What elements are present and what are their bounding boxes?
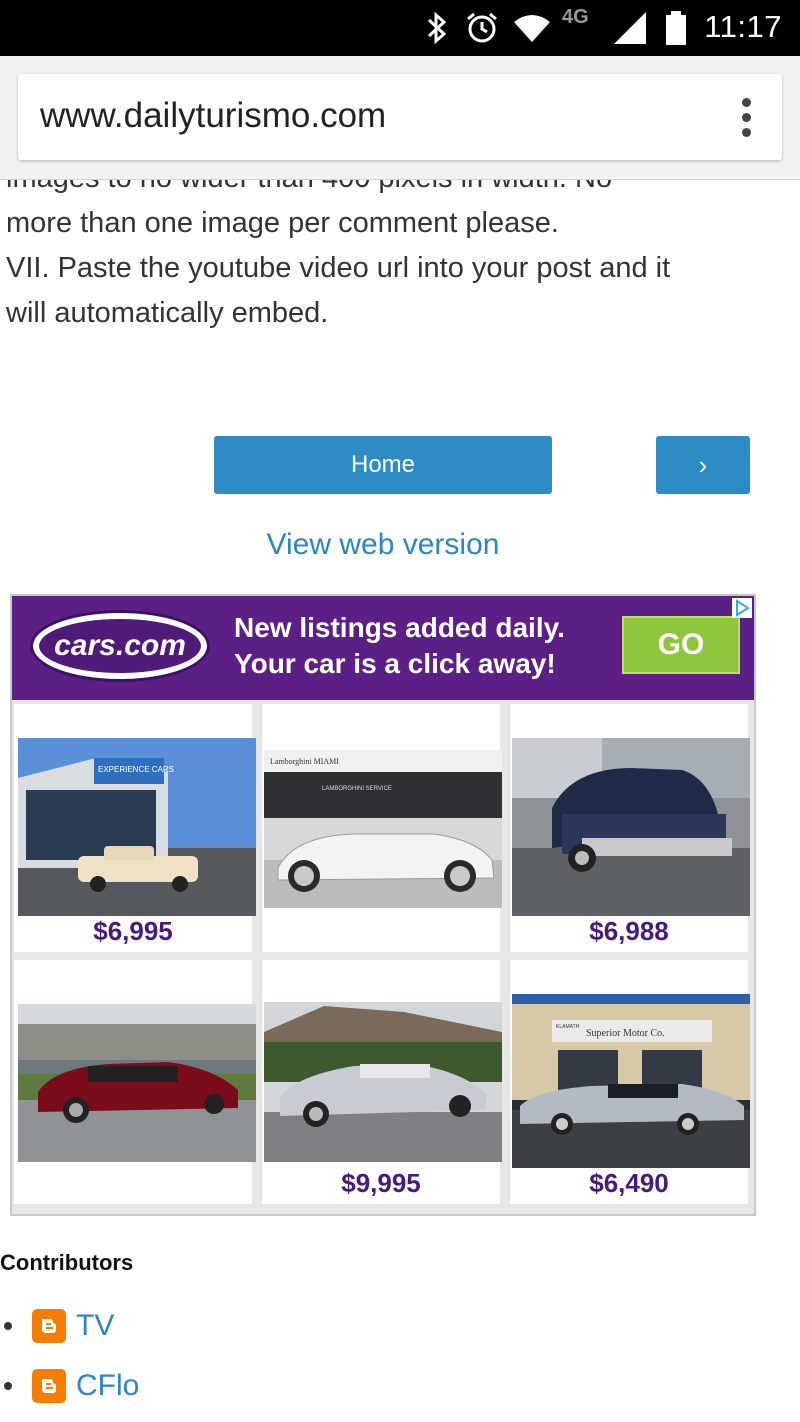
view-web-version-link[interactable]: View web version xyxy=(0,528,766,562)
listing-tile[interactable]: $6,988 xyxy=(510,704,750,952)
listing-price[interactable]: $6,988 xyxy=(510,916,748,947)
dealer-sign-text: Lamborghini MIAMI xyxy=(270,757,339,766)
page-content: images to no wider than 400 pixels in wi… xyxy=(0,180,800,1422)
adchoices-icon[interactable] xyxy=(732,598,752,618)
dealer-sign-text: Superior Motor Co. xyxy=(586,1028,665,1039)
listing-tile[interactable]: EXPERIENCE CARS $6,995 xyxy=(14,704,256,952)
listing-photo[interactable]: EXPERIENCE CARS xyxy=(18,738,256,916)
home-button[interactable]: Home xyxy=(214,436,552,494)
listing-tile[interactable]: Lamborghini MIAMI LAMBORGHINI SERVICE xyxy=(262,704,502,952)
contributor-name[interactable]: TV xyxy=(76,1309,114,1343)
listing-price[interactable]: $6,490 xyxy=(510,1168,748,1199)
contributor-item[interactable]: CFlo xyxy=(0,1366,139,1406)
listing-tile[interactable]: $9,995 xyxy=(262,960,502,1204)
cars-com-ad[interactable]: cars.com New listings added daily. Your … xyxy=(10,594,756,1216)
rules-line-2: VII. Paste the youtube video url into yo… xyxy=(6,252,671,284)
contributor-name[interactable]: CFlo xyxy=(76,1369,139,1403)
cars-com-logo[interactable]: cars.com xyxy=(30,610,210,682)
listing-photo[interactable] xyxy=(264,1002,502,1162)
rules-line-3: will automatically embed. xyxy=(6,297,329,329)
listing-photo[interactable] xyxy=(512,738,750,916)
rules-line-1: more than one image per comment please. xyxy=(6,207,559,239)
ad-tagline-2: Your car is a click away! xyxy=(234,648,556,679)
listing-photo[interactable]: KLAMATH Superior Motor Co. xyxy=(512,994,750,1168)
listing-price[interactable]: $6,995 xyxy=(14,916,252,947)
blogger-icon[interactable] xyxy=(32,1309,66,1343)
dealer-sign-text: EXPERIENCE CARS xyxy=(98,765,174,774)
ad-banner[interactable]: cars.com New listings added daily. Your … xyxy=(12,596,754,700)
rules-line-partial: images to no wider than 400 pixels in wi… xyxy=(6,180,746,201)
bullet xyxy=(4,1322,12,1330)
address-bar[interactable]: www.dailyturismo.com xyxy=(18,74,782,160)
listing-tile[interactable] xyxy=(14,960,256,1204)
ad-go-button[interactable]: GO xyxy=(622,616,740,674)
contributor-item[interactable]: TV xyxy=(0,1306,114,1346)
bullet xyxy=(4,1382,12,1390)
overflow-menu-icon[interactable] xyxy=(742,98,752,138)
status-time: 11:17 xyxy=(704,9,782,44)
network-type-label: 4G xyxy=(562,6,589,28)
alarm-icon xyxy=(467,12,497,43)
next-page-button[interactable]: › xyxy=(656,436,750,494)
ad-tagline-1: New listings added daily. xyxy=(234,612,565,643)
blogger-icon[interactable] xyxy=(32,1369,66,1403)
url-text[interactable]: www.dailyturismo.com xyxy=(40,96,386,136)
bluetooth-icon xyxy=(427,11,447,45)
contributors-heading: Contributors xyxy=(0,1250,134,1275)
battery-icon xyxy=(666,11,686,45)
listing-photo[interactable] xyxy=(18,1004,256,1162)
dealer-sign-text: LAMBORGHINI SERVICE xyxy=(322,786,392,792)
browser-toolbar: www.dailyturismo.com xyxy=(0,56,800,180)
dealer-sign-text: KLAMATH xyxy=(556,1024,580,1030)
listing-tile[interactable]: KLAMATH Superior Motor Co. $6,490 xyxy=(510,960,750,1204)
listing-price[interactable]: $9,995 xyxy=(262,1168,500,1199)
signal-icon xyxy=(614,12,646,44)
wifi-icon xyxy=(514,15,550,42)
status-bar: 4G 11:17 xyxy=(0,0,800,56)
listing-photo[interactable]: Lamborghini MIAMI LAMBORGHINI SERVICE xyxy=(264,750,502,908)
comment-rules: images to no wider than 400 pixels in wi… xyxy=(6,180,746,336)
